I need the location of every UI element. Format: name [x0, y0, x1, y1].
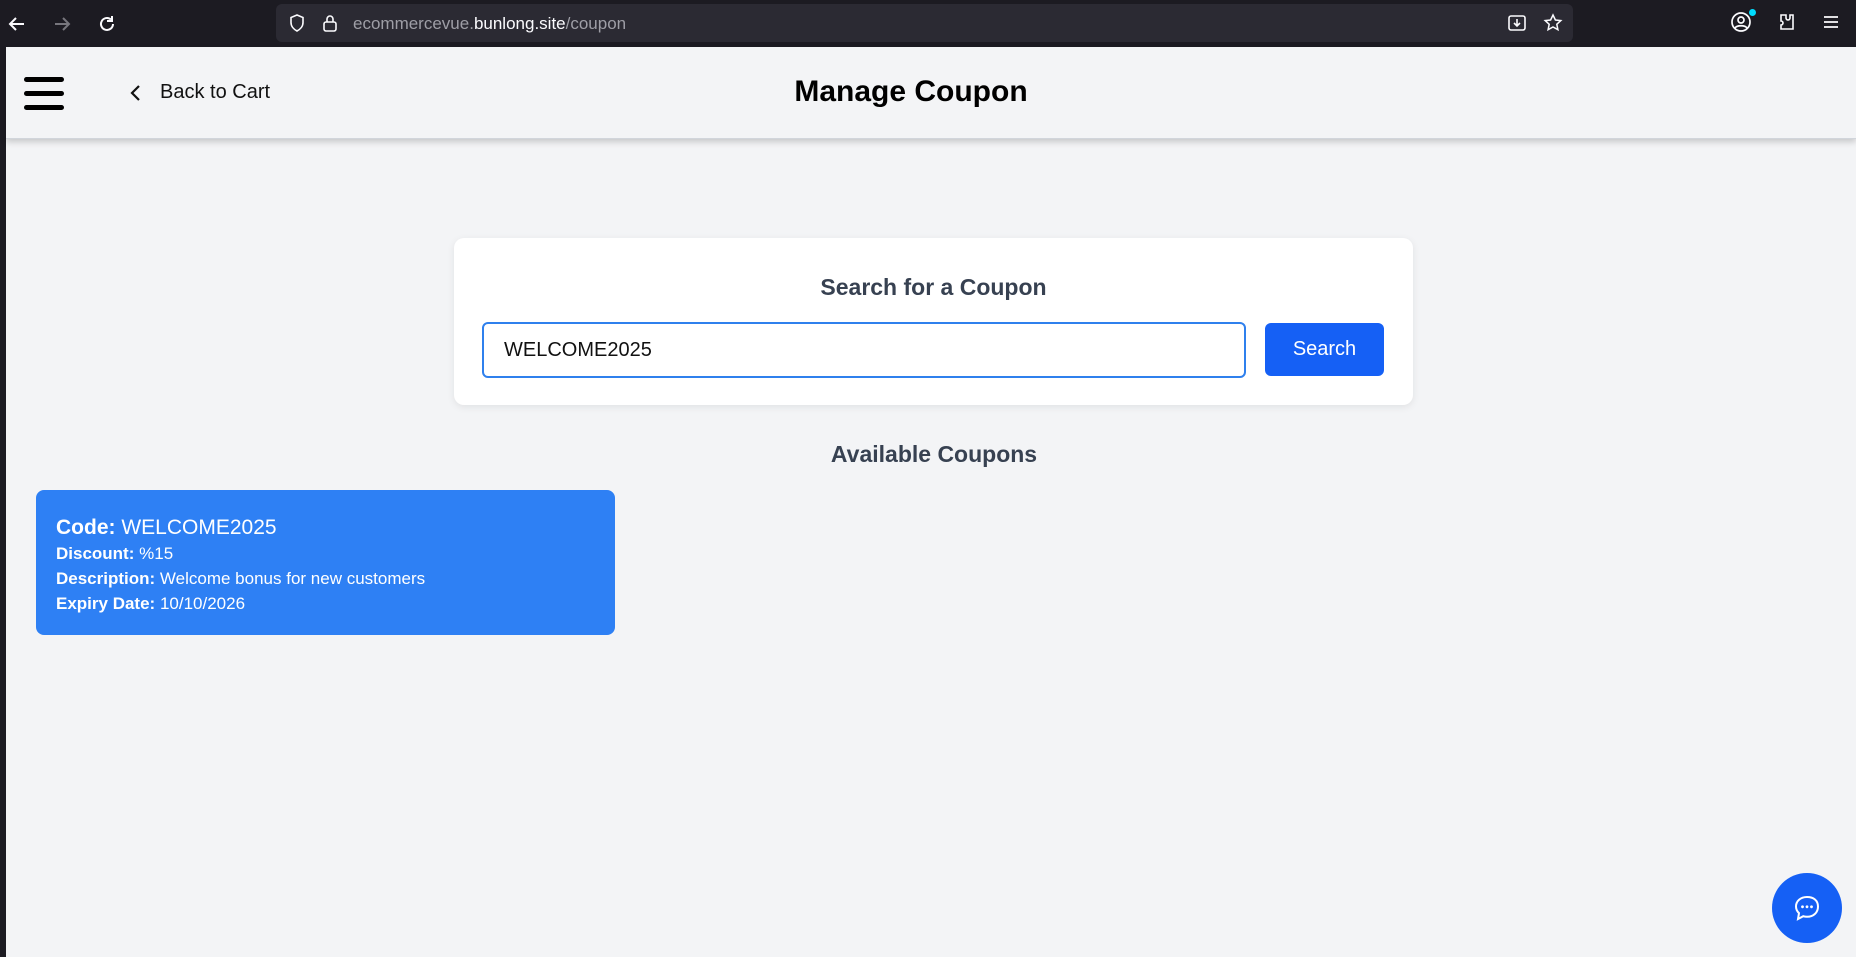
coupon-discount-label: Discount:	[56, 544, 135, 563]
shield-icon[interactable]	[287, 13, 307, 33]
coupon-expiry-label: Expiry Date:	[56, 594, 156, 613]
available-coupons-title: Available Coupons	[830, 441, 1038, 467]
search-title: Search for a Coupon	[820, 274, 1047, 300]
chat-button[interactable]	[1772, 873, 1842, 943]
coupon-discount: %15	[139, 544, 174, 563]
coupon-description: Welcome bonus for new customers	[159, 569, 426, 588]
coupon-code-label: Code:	[56, 516, 116, 539]
lock-icon[interactable]	[320, 13, 340, 33]
reload-icon[interactable]	[93, 10, 121, 38]
notification-dot	[1749, 9, 1756, 16]
coupon-expiry: 10/10/2026	[159, 594, 246, 613]
search-button[interactable]: Search	[1265, 323, 1384, 376]
coupon-discount-line: Discount: %15	[56, 544, 173, 564]
extensions-icon[interactable]	[1775, 11, 1797, 33]
coupon-code: WELCOME2025	[121, 516, 277, 539]
download-icon[interactable]	[1507, 13, 1527, 33]
coupon-expiry-line: Expiry Date: 10/10/2026	[56, 594, 245, 614]
coupon-search-input[interactable]	[482, 322, 1246, 378]
browser-toolbar: ecommercevue.bunlong.site/coupon	[0, 0, 1856, 47]
forward-arrow-icon[interactable]	[48, 10, 76, 38]
coupon-code-line: Code: WELCOME2025	[56, 516, 277, 540]
url-text: ecommercevue.bunlong.site/coupon	[353, 14, 627, 33]
coupon-card[interactable]: Code: WELCOME2025 Discount: %15 Descript…	[36, 490, 615, 635]
address-bar[interactable]: ecommercevue.bunlong.site/coupon	[276, 4, 1573, 42]
window-edge	[0, 47, 6, 957]
chat-bubble-icon	[1794, 895, 1820, 921]
app-header: Back to Cart Manage Coupon	[6, 47, 1856, 139]
coupon-description-label: Description:	[56, 569, 156, 588]
search-card: Search for a Coupon Search	[454, 238, 1413, 405]
menu-icon[interactable]	[1820, 11, 1842, 33]
coupon-description-line: Description: Welcome bonus for new custo…	[56, 569, 425, 589]
back-arrow-icon[interactable]	[3, 10, 31, 38]
bookmark-star-icon[interactable]	[1543, 13, 1563, 33]
page-title: Manage Coupon	[794, 75, 1028, 108]
